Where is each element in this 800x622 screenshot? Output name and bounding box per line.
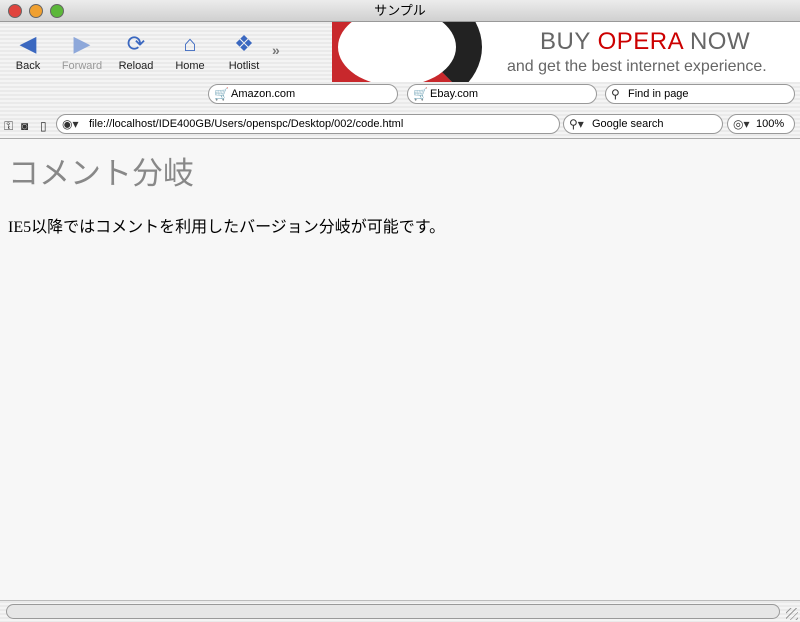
zoom-value: 100% [756,118,785,130]
page-heading: コメント分岐 [8,156,194,191]
close-button[interactable] [8,4,22,18]
cart-icon: 🛒 [214,87,229,101]
home-button[interactable]: ⌂ Home [165,30,215,72]
back-arrow-icon: ◀ [19,31,37,56]
search-icon: ⚲ [611,87,620,101]
more-chevron-icon[interactable]: » [272,42,280,58]
progress-bar [6,604,780,619]
security-lock-icon[interactable]: ⚿ [4,119,13,134]
banner-opera: OPERA [597,28,683,55]
back-button[interactable]: ◀ Back [3,30,53,72]
cart-icon: 🛒 [413,87,428,101]
google-search-placeholder: Google search [592,118,664,130]
banner-tagline: and get the best internet experience. [507,58,767,75]
address-value: file://localhost/IDE400GB/Users/openspc/… [89,118,404,130]
page-paragraph: IE5以降ではコメントを利用したバージョン分岐が可能です。 [8,219,446,236]
camera-icon[interactable]: ◙ [21,119,28,133]
reload-icon: ⟳ [126,31,146,56]
home-label: Home [175,60,205,72]
ebay-label: Ebay.com [430,88,479,100]
ebay-search-field[interactable]: 🛒 Ebay.com [407,84,597,104]
banner-headline: BUY OPERA NOW [540,28,750,56]
hotlist-icon: ❖ [234,31,254,56]
hotlist-button[interactable]: ❖ Hotlist [219,30,269,72]
hotlist-label: Hotlist [228,60,260,72]
find-label: Find in page [628,88,689,100]
address-field[interactable]: ◉▾ file://localhost/IDE400GB/Users/opensp… [56,114,560,134]
page-icon[interactable]: ▯ [40,119,47,133]
minimize-button[interactable] [29,4,43,18]
find-in-page-field[interactable]: ⚲ Find in page [605,84,795,104]
opera-ad-banner[interactable]: BUY OPERA NOW and get the best internet … [332,22,800,82]
window-title: サンプル [374,3,426,18]
opera-logo [332,22,482,82]
zoom-field[interactable]: ◎▾ 100% [727,114,795,134]
reload-label: Reload [118,60,154,72]
title-bar: サンプル [0,0,800,22]
toolbar: ◀ Back ▶ Forward ⟳ Reload ⌂ Home ❖ Hotlist » … [0,22,800,139]
amazon-label: Amazon.com [231,88,296,100]
home-icon: ⌂ [183,31,197,56]
page-content: コメント分岐 IE5以降ではコメントを利用したバージョン分岐が可能です。 [0,140,800,600]
google-search-field[interactable]: ⚲▾ Google search [563,114,723,134]
banner-now: NOW [682,28,751,55]
forward-label: Forward [61,60,103,72]
eye-icon: ◎▾ [733,117,750,131]
reload-button[interactable]: ⟳ Reload [111,30,161,72]
zoom-button[interactable] [50,4,64,18]
resize-grip[interactable] [786,608,798,620]
amazon-search-field[interactable]: 🛒 Amazon.com [208,84,398,104]
banner-buy: BUY [540,28,598,55]
back-label: Back [15,60,41,72]
site-icon-dropdown[interactable]: ◉▾ [62,115,79,133]
forward-arrow-icon: ▶ [73,31,91,56]
search-icon: ⚲▾ [569,117,584,131]
forward-button[interactable]: ▶ Forward [57,30,107,72]
status-bar [0,600,800,622]
